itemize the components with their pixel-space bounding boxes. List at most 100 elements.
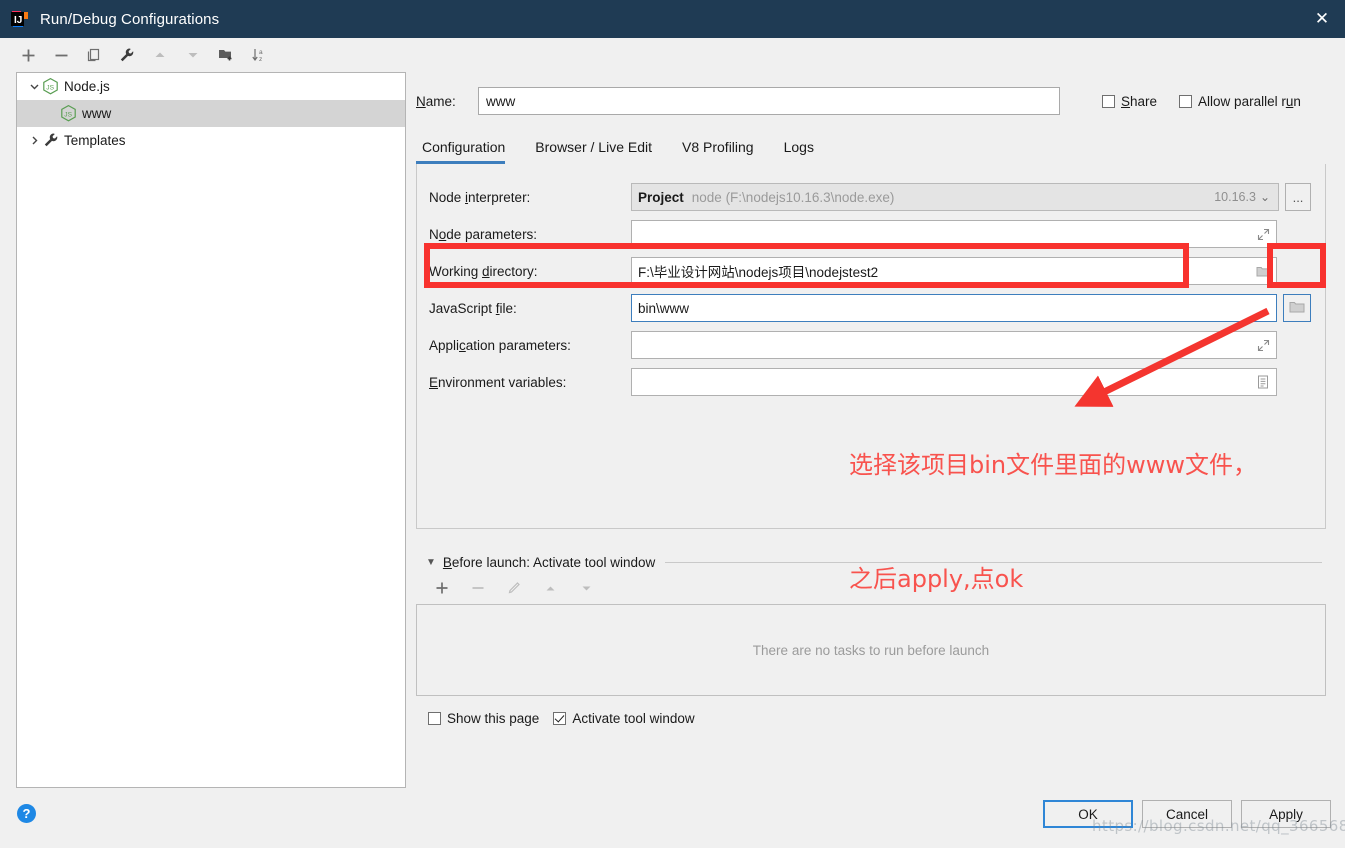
javascript-file-value: bin\www — [638, 301, 689, 316]
before-launch-options: Show this page Activate tool window — [416, 711, 1326, 726]
edit-task-pencil-icon[interactable] — [504, 578, 524, 598]
checkbox-box[interactable] — [1179, 95, 1192, 108]
add-configuration-button[interactable] — [18, 45, 38, 65]
svg-text:IJ: IJ — [14, 15, 22, 26]
configuration-form: Node interpreter: Project node (F:\nodej… — [416, 164, 1326, 529]
tree-item-nodejs[interactable]: JS Node.js — [17, 73, 405, 100]
tree-item-label: www — [82, 106, 111, 121]
checkbox-box[interactable] — [1102, 95, 1115, 108]
checkbox-box[interactable] — [553, 712, 566, 725]
name-label: Name: — [416, 94, 478, 109]
node-interpreter-version: 10.16.3 — [1214, 190, 1260, 204]
add-task-button[interactable] — [432, 578, 452, 598]
svg-text:JS: JS — [64, 111, 72, 118]
application-parameters-label: Application parameters: — [429, 338, 631, 353]
ellipsis-icon: ... — [1293, 190, 1304, 205]
show-this-page-label: Show this page — [447, 711, 539, 726]
task-move-down-button[interactable] — [576, 578, 596, 598]
new-folder-button[interactable] — [216, 45, 236, 65]
name-row: Name: Share Allow parallel run — [416, 86, 1345, 116]
remove-configuration-button[interactable] — [51, 45, 71, 65]
configurations-tree[interactable]: JS Node.js JS www — [16, 72, 406, 788]
configuration-editor-panel: Name: Share Allow parallel run Configura… — [416, 38, 1345, 828]
node-parameters-label: Node parameters: — [429, 227, 631, 242]
activate-tool-window-label: Activate tool window — [572, 711, 694, 726]
application-parameters-field[interactable] — [631, 331, 1277, 359]
apply-button[interactable]: Apply — [1241, 800, 1331, 828]
before-launch-title: Before launch: Activate tool window — [443, 555, 655, 570]
wrench-icon — [43, 132, 58, 149]
tree-item-label: Templates — [64, 133, 126, 148]
tree-item-templates[interactable]: Templates — [17, 127, 405, 154]
environment-variables-label: Environment variables: — [429, 375, 631, 390]
intellij-idea-logo-icon: IJ — [10, 9, 30, 29]
tab-logs[interactable]: Logs — [784, 139, 828, 164]
ok-button[interactable]: OK — [1043, 800, 1133, 828]
triangle-down-icon[interactable]: ▼ — [426, 557, 436, 568]
svg-text:a: a — [259, 49, 263, 56]
javascript-file-label: JavaScript file: — [429, 301, 631, 316]
edit-templates-wrench-icon[interactable] — [117, 45, 137, 65]
configurations-toolbar: a z — [0, 38, 410, 72]
dialog-buttons: OK Cancel Apply — [1043, 800, 1331, 828]
window-title-bar: IJ Run/Debug Configurations ✕ — [0, 0, 1345, 38]
tab-configuration[interactable]: Configuration — [416, 139, 519, 164]
svg-text:JS: JS — [46, 84, 54, 91]
share-label: Share — [1121, 94, 1157, 109]
tree-item-label: Node.js — [64, 79, 110, 94]
javascript-file-field[interactable]: bin\www — [631, 294, 1277, 322]
move-down-button[interactable] — [183, 45, 203, 65]
nodejs-js-icon: JS — [43, 78, 58, 95]
configurations-panel: a z JS Node.js — [0, 38, 410, 798]
task-move-up-button[interactable] — [540, 578, 560, 598]
tab-v8-profiling[interactable]: V8 Profiling — [682, 139, 768, 164]
move-up-button[interactable] — [150, 45, 170, 65]
allow-parallel-run-label: Allow parallel run — [1198, 94, 1301, 109]
working-directory-label: Working directory: — [429, 264, 631, 279]
javascript-file-row: JavaScript file: bin\www — [429, 293, 1311, 323]
dialog-footer: ? OK Cancel Apply — [0, 790, 1345, 848]
window-title: Run/Debug Configurations — [40, 11, 219, 28]
node-interpreter-label: Node interpreter: — [429, 190, 631, 205]
folder-browse-icon — [1289, 300, 1305, 317]
copy-configuration-button[interactable] — [84, 45, 104, 65]
node-interpreter-browse-button[interactable]: ... — [1285, 183, 1311, 211]
name-input[interactable] — [478, 87, 1060, 115]
help-question-icon[interactable]: ? — [17, 804, 36, 823]
working-directory-value: F:\毕业设计网站\nodejs项目\nodejstest2 — [638, 261, 878, 281]
working-directory-row: Working directory: F:\毕业设计网站\nodejs项目\no… — [429, 256, 1311, 286]
allow-parallel-run-checkbox[interactable]: Allow parallel run — [1179, 94, 1301, 109]
chevron-right-icon[interactable] — [25, 135, 43, 146]
share-checkbox[interactable]: Share — [1102, 94, 1157, 109]
javascript-file-browse-button[interactable] — [1283, 294, 1311, 322]
node-parameters-row: Node parameters: — [429, 219, 1311, 249]
working-directory-field[interactable]: F:\毕业设计网站\nodejs项目\nodejstest2 — [631, 257, 1277, 285]
remove-task-button[interactable] — [468, 578, 488, 598]
tree-item-www[interactable]: JS www — [17, 100, 405, 127]
annotation-text: 选择该项目bin文件里面的www文件， 之后apply,点ok — [849, 370, 1257, 674]
cancel-button[interactable]: Cancel — [1142, 800, 1232, 828]
expand-editor-icon[interactable] — [1254, 225, 1272, 243]
expand-editor-icon[interactable] — [1254, 336, 1272, 354]
annotation-line-1: 选择该项目bin文件里面的www文件， — [849, 446, 1257, 484]
node-interpreter-path: node (F:\nodejs10.16.3\node.exe) — [692, 190, 895, 205]
svg-text:z: z — [259, 56, 262, 63]
show-this-page-checkbox[interactable]: Show this page — [428, 711, 539, 726]
node-interpreter-field[interactable]: Project node (F:\nodejs10.16.3\node.exe)… — [631, 183, 1279, 211]
chevron-down-icon[interactable]: ⌄ — [1260, 190, 1272, 204]
tab-browser-live-edit[interactable]: Browser / Live Edit — [535, 139, 666, 164]
application-parameters-row: Application parameters: — [429, 330, 1311, 360]
sort-configurations-button[interactable]: a z — [249, 45, 269, 65]
editor-tabs: Configuration Browser / Live Edit V8 Pro… — [416, 130, 1345, 164]
node-parameters-field[interactable] — [631, 220, 1277, 248]
close-icon[interactable]: ✕ — [1299, 0, 1345, 38]
node-interpreter-scope: Project — [638, 190, 684, 205]
chevron-down-icon[interactable] — [25, 81, 43, 92]
annotation-line-2: 之后apply,点ok — [849, 560, 1257, 598]
folder-browse-icon[interactable] — [1254, 262, 1272, 280]
activate-tool-window-checkbox[interactable]: Activate tool window — [553, 711, 694, 726]
help-glyph: ? — [23, 806, 31, 821]
node-interpreter-row: Node interpreter: Project node (F:\nodej… — [429, 182, 1311, 212]
checkbox-box[interactable] — [428, 712, 441, 725]
nodejs-js-icon: JS — [61, 105, 76, 122]
